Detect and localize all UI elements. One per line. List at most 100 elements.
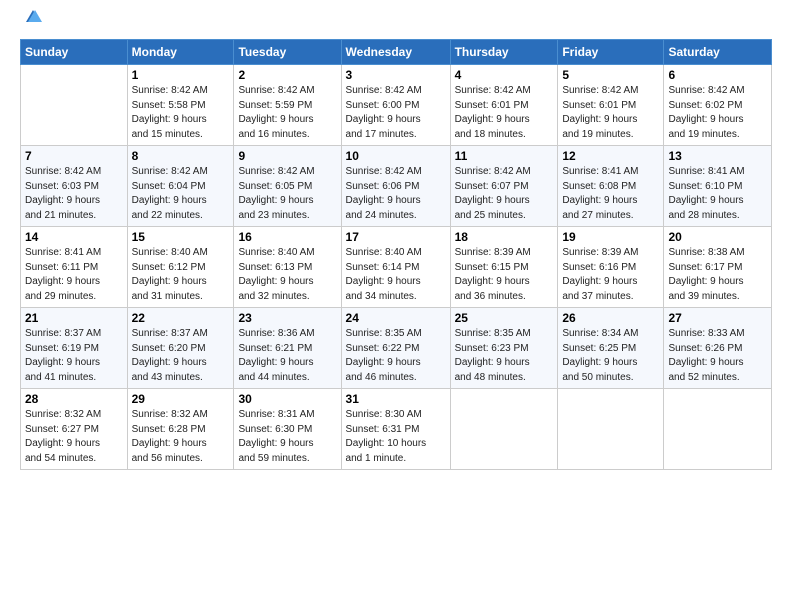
week-row-5: 28 Sunrise: 8:32 AMSunset: 6:27 PMDayligh… [21,389,772,470]
week-row-4: 21 Sunrise: 8:37 AMSunset: 6:19 PMDayligh… [21,308,772,389]
day-number: 8 [132,149,230,163]
logo-icon [22,8,44,31]
day-info: Sunrise: 8:41 AMSunset: 6:10 PMDaylight:… [668,165,767,223]
day-info: Sunrise: 8:42 AMSunset: 5:58 PMDaylight:… [132,84,230,142]
day-info: Sunrise: 8:42 AMSunset: 6:01 PMDaylight:… [562,84,659,142]
day-info: Sunrise: 8:30 AMSunset: 6:31 PMDaylight:… [346,408,446,466]
day-info: Sunrise: 8:41 AMSunset: 6:11 PMDaylight:… [25,246,123,304]
day-info: Sunrise: 8:34 AMSunset: 6:25 PMDaylight:… [562,327,659,385]
calendar-table: SundayMondayTuesdayWednesdayThursdayFrid… [20,39,772,470]
day-number: 6 [668,68,767,82]
calendar-header: SundayMondayTuesdayWednesdayThursdayFrid… [21,40,772,65]
day-number: 23 [238,311,336,325]
day-cell: 25 Sunrise: 8:35 AMSunset: 6:23 PMDayligh… [450,308,558,389]
day-number: 1 [132,68,230,82]
day-info: Sunrise: 8:42 AMSunset: 6:01 PMDaylight:… [455,84,554,142]
header-cell-sunday: Sunday [21,40,128,65]
day-info: Sunrise: 8:42 AMSunset: 6:03 PMDaylight:… [25,165,123,223]
day-number: 7 [25,149,123,163]
header-cell-saturday: Saturday [664,40,772,65]
day-cell: 16Sunrise: 8:40 AMSunset: 6:13 PMDayligh… [234,227,341,308]
day-cell: 11 Sunrise: 8:42 AMSunset: 6:07 PMDayligh… [450,146,558,227]
page-container: SundayMondayTuesdayWednesdayThursdayFrid… [0,0,792,480]
day-cell: 19Sunrise: 8:39 AMSunset: 6:16 PMDayligh… [558,227,664,308]
day-cell [21,65,128,146]
day-number: 21 [25,311,123,325]
day-number: 25 [455,311,554,325]
week-row-2: 7 Sunrise: 8:42 AMSunset: 6:03 PMDaylight… [21,146,772,227]
day-cell: 12 Sunrise: 8:41 AMSunset: 6:08 PMDayligh… [558,146,664,227]
day-info: Sunrise: 8:42 AMSunset: 6:00 PMDaylight:… [346,84,446,142]
day-info: Sunrise: 8:42 AMSunset: 5:59 PMDaylight:… [238,84,336,142]
day-number: 9 [238,149,336,163]
header-cell-monday: Monday [127,40,234,65]
day-info: Sunrise: 8:35 AMSunset: 6:23 PMDaylight:… [455,327,554,385]
day-cell: 23 Sunrise: 8:36 AMSunset: 6:21 PMDayligh… [234,308,341,389]
day-info: Sunrise: 8:39 AMSunset: 6:15 PMDaylight:… [455,246,554,304]
day-info: Sunrise: 8:31 AMSunset: 6:30 PMDaylight:… [238,408,336,466]
day-cell: 30 Sunrise: 8:31 AMSunset: 6:30 PMDayligh… [234,389,341,470]
day-info: Sunrise: 8:41 AMSunset: 6:08 PMDaylight:… [562,165,659,223]
header [20,16,772,31]
day-cell: 3 Sunrise: 8:42 AMSunset: 6:00 PMDaylight… [341,65,450,146]
day-number: 15 [132,230,230,244]
day-number: 28 [25,392,123,406]
day-info: Sunrise: 8:42 AMSunset: 6:06 PMDaylight:… [346,165,446,223]
day-cell: 7 Sunrise: 8:42 AMSunset: 6:03 PMDaylight… [21,146,128,227]
day-cell: 22Sunrise: 8:37 AMSunset: 6:20 PMDayligh… [127,308,234,389]
day-info: Sunrise: 8:40 AMSunset: 6:13 PMDaylight:… [238,246,336,304]
day-cell [450,389,558,470]
day-info: Sunrise: 8:32 AMSunset: 6:28 PMDaylight:… [132,408,230,466]
day-cell: 18Sunrise: 8:39 AMSunset: 6:15 PMDayligh… [450,227,558,308]
day-cell: 9 Sunrise: 8:42 AMSunset: 6:05 PMDaylight… [234,146,341,227]
header-row: SundayMondayTuesdayWednesdayThursdayFrid… [21,40,772,65]
day-number: 2 [238,68,336,82]
day-cell: 31 Sunrise: 8:30 AMSunset: 6:31 PMDayligh… [341,389,450,470]
day-number: 24 [346,311,446,325]
day-info: Sunrise: 8:36 AMSunset: 6:21 PMDaylight:… [238,327,336,385]
day-cell: 4Sunrise: 8:42 AMSunset: 6:01 PMDaylight… [450,65,558,146]
day-info: Sunrise: 8:42 AMSunset: 6:04 PMDaylight:… [132,165,230,223]
day-info: Sunrise: 8:42 AMSunset: 6:07 PMDaylight:… [455,165,554,223]
header-cell-thursday: Thursday [450,40,558,65]
day-cell: 24Sunrise: 8:35 AMSunset: 6:22 PMDayligh… [341,308,450,389]
day-info: Sunrise: 8:37 AMSunset: 6:20 PMDaylight:… [132,327,230,385]
day-cell: 21 Sunrise: 8:37 AMSunset: 6:19 PMDayligh… [21,308,128,389]
day-cell: 1 Sunrise: 8:42 AMSunset: 5:58 PMDaylight… [127,65,234,146]
day-number: 14 [25,230,123,244]
day-cell [558,389,664,470]
week-row-3: 14 Sunrise: 8:41 AMSunset: 6:11 PMDayligh… [21,227,772,308]
day-number: 26 [562,311,659,325]
day-number: 19 [562,230,659,244]
day-number: 17 [346,230,446,244]
day-info: Sunrise: 8:33 AMSunset: 6:26 PMDaylight:… [668,327,767,385]
day-number: 27 [668,311,767,325]
day-info: Sunrise: 8:42 AMSunset: 6:05 PMDaylight:… [238,165,336,223]
day-cell: 29 Sunrise: 8:32 AMSunset: 6:28 PMDayligh… [127,389,234,470]
day-cell: 28 Sunrise: 8:32 AMSunset: 6:27 PMDayligh… [21,389,128,470]
day-number: 10 [346,149,446,163]
day-number: 5 [562,68,659,82]
day-cell: 13Sunrise: 8:41 AMSunset: 6:10 PMDayligh… [664,146,772,227]
day-cell: 15 Sunrise: 8:40 AMSunset: 6:12 PMDayligh… [127,227,234,308]
day-info: Sunrise: 8:42 AMSunset: 6:02 PMDaylight:… [668,84,767,142]
day-info: Sunrise: 8:32 AMSunset: 6:27 PMDaylight:… [25,408,123,466]
day-cell: 5 Sunrise: 8:42 AMSunset: 6:01 PMDaylight… [558,65,664,146]
day-number: 29 [132,392,230,406]
day-info: Sunrise: 8:40 AMSunset: 6:14 PMDaylight:… [346,246,446,304]
day-number: 11 [455,149,554,163]
day-number: 30 [238,392,336,406]
day-number: 31 [346,392,446,406]
day-info: Sunrise: 8:38 AMSunset: 6:17 PMDaylight:… [668,246,767,304]
day-info: Sunrise: 8:40 AMSunset: 6:12 PMDaylight:… [132,246,230,304]
day-cell: 20 Sunrise: 8:38 AMSunset: 6:17 PMDayligh… [664,227,772,308]
header-cell-friday: Friday [558,40,664,65]
day-cell: 17 Sunrise: 8:40 AMSunset: 6:14 PMDayligh… [341,227,450,308]
day-info: Sunrise: 8:37 AMSunset: 6:19 PMDaylight:… [25,327,123,385]
day-number: 20 [668,230,767,244]
day-cell: 8 Sunrise: 8:42 AMSunset: 6:04 PMDaylight… [127,146,234,227]
day-cell: 2 Sunrise: 8:42 AMSunset: 5:59 PMDaylight… [234,65,341,146]
day-number: 12 [562,149,659,163]
day-cell: 6 Sunrise: 8:42 AMSunset: 6:02 PMDaylight… [664,65,772,146]
day-number: 3 [346,68,446,82]
